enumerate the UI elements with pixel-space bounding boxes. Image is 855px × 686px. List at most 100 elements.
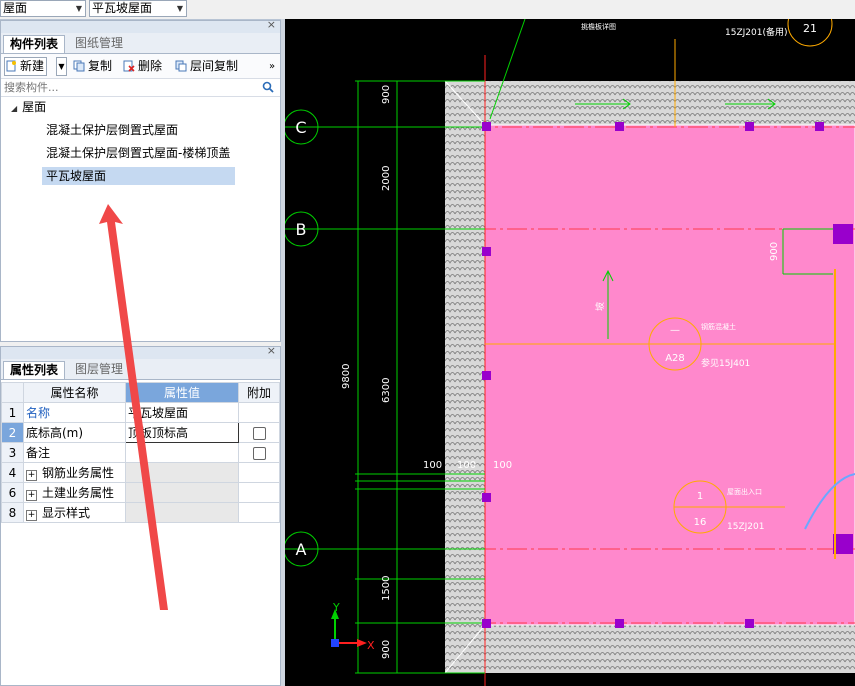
search-input[interactable]: [1, 79, 256, 96]
delete-icon: [123, 60, 135, 72]
row-number: 1: [1, 402, 24, 423]
svg-text:15ZJ201: 15ZJ201: [727, 522, 764, 532]
property-extra: [238, 422, 280, 443]
property-row[interactable]: 3 备注: [1, 442, 280, 463]
component-list-panel: × 构件列表 图纸管理 新建 ▼ 复制 删除 层间复制 » ◢ 屋面 混凝土保护层…: [0, 18, 281, 342]
property-extra: [238, 502, 280, 523]
chevron-down-icon: ▼: [58, 62, 65, 71]
tab-drawing-management[interactable]: 图纸管理: [69, 35, 129, 53]
property-name-group: + 土建业务属性: [23, 482, 126, 503]
property-value: [125, 462, 239, 483]
property-name: 土建业务属性: [42, 486, 115, 500]
copy-button-label: 复制: [88, 59, 113, 73]
dim-1500: 1500: [381, 576, 392, 601]
property-row[interactable]: 4 + 钢筋业务属性: [1, 462, 280, 483]
property-panel-tabs: 属性列表 图层管理: [1, 359, 280, 380]
dim-100-left: 100: [423, 460, 442, 471]
component-select[interactable]: 平瓦坡屋面 ▼: [89, 0, 187, 17]
svg-text:钢筋混凝土: 钢筋混凝土: [701, 322, 736, 331]
chevron-down-icon: ▼: [75, 4, 82, 13]
extra-checkbox[interactable]: [252, 426, 266, 440]
property-value[interactable]: [125, 442, 239, 463]
svg-text:C: C: [295, 118, 306, 137]
copy-icon: [73, 60, 85, 72]
delete-button-label: 删除: [138, 59, 163, 73]
property-name: 底标高(m): [23, 422, 126, 443]
dim-900-bottom: 900: [381, 640, 392, 659]
extra-checkbox[interactable]: [252, 446, 266, 460]
ucs-y-label: Y: [332, 601, 340, 614]
property-name: 名称: [23, 402, 126, 423]
close-icon[interactable]: ×: [267, 344, 276, 357]
svg-text:15ZJ201(备用): 15ZJ201(备用): [725, 26, 787, 38]
tree-collapse-icon[interactable]: ◢: [11, 104, 17, 113]
header-property-name: 属性名称: [23, 382, 126, 403]
property-row[interactable]: 2 底标高(m) 顶板顶标高: [1, 422, 280, 443]
copy-button[interactable]: 复制: [73, 58, 112, 75]
property-value: [125, 502, 239, 523]
new-button[interactable]: 新建: [4, 57, 48, 76]
top-toolbar: 屋面 ▼ 平瓦坡屋面 ▼: [0, 0, 855, 20]
slope-label: 坡: [594, 302, 606, 311]
property-name-group: + 显示样式: [23, 502, 126, 523]
property-value: [125, 482, 239, 503]
tree-item[interactable]: 混凝土保护层倒置式屋面-楼梯顶盖: [46, 144, 230, 162]
property-extra: [238, 462, 280, 483]
tab-property-list[interactable]: 属性列表: [3, 361, 66, 379]
svg-text:1: 1: [697, 491, 703, 502]
ucs-x-label: X: [367, 639, 375, 652]
property-name-group: + 钢筋业务属性: [23, 462, 126, 483]
property-list-panel: × 属性列表 图层管理 属性名称 属性值 附加 1 名称 平瓦坡屋面 2 底标高…: [0, 344, 281, 686]
cad-canvas[interactable]: C B A 900 2000 6300 9800 1500 900 900 10…: [285, 19, 855, 686]
close-icon[interactable]: ×: [267, 18, 276, 31]
property-row[interactable]: 8 + 显示样式: [1, 502, 280, 523]
more-tools-button[interactable]: »: [269, 58, 275, 75]
new-icon: [6, 60, 16, 72]
floor-copy-icon: [175, 60, 187, 72]
expand-icon[interactable]: +: [26, 510, 37, 521]
new-button-label: 新建: [20, 59, 45, 73]
dim-100-right: 100: [493, 460, 512, 471]
tree-root[interactable]: ◢ 屋面: [11, 98, 46, 116]
header-extra: 附加: [238, 382, 280, 403]
property-row[interactable]: 1 名称 平瓦坡屋面: [1, 402, 280, 423]
property-value[interactable]: 平瓦坡屋面: [125, 402, 239, 423]
property-table: 属性名称 属性值 附加 1 名称 平瓦坡屋面 2 底标高(m) 顶板顶标高 3 …: [1, 382, 280, 523]
svg-text:A28: A28: [665, 353, 685, 364]
component-panel-tabs: 构件列表 图纸管理: [1, 33, 280, 54]
svg-text:16: 16: [694, 517, 707, 528]
row-number: 3: [1, 442, 24, 463]
svg-text:B: B: [296, 220, 307, 239]
ucs-icon: Y X: [331, 601, 375, 652]
property-extra: [238, 482, 280, 503]
property-value-editing[interactable]: 顶板顶标高: [125, 422, 239, 443]
cad-drawing: C B A 900 2000 6300 9800 1500 900 900 10…: [285, 19, 855, 686]
tree-root-label: 屋面: [22, 100, 47, 114]
tree-item-selected[interactable]: 平瓦坡屋面: [42, 167, 235, 185]
dim-900-right: 900: [769, 242, 780, 261]
panel-header: ×: [1, 344, 280, 359]
floor-copy-button[interactable]: 层间复制: [175, 58, 238, 75]
new-dropdown-button[interactable]: ▼: [56, 57, 67, 76]
roof-area[interactable]: [484, 124, 855, 626]
property-name: 显示样式: [42, 506, 91, 520]
property-extra: [238, 402, 280, 423]
floor-copy-button-label: 层间复制: [190, 59, 239, 73]
dim-6300: 6300: [381, 378, 392, 403]
svg-text:A: A: [296, 540, 307, 559]
row-number: 2: [1, 422, 24, 443]
tree-item[interactable]: 混凝土保护层倒置式屋面: [46, 121, 178, 139]
property-row[interactable]: 6 + 土建业务属性: [1, 482, 280, 503]
expand-icon[interactable]: +: [26, 470, 37, 481]
search-icon[interactable]: [262, 81, 274, 93]
expand-icon[interactable]: +: [26, 490, 37, 501]
dim-2000: 2000: [381, 166, 392, 191]
delete-button[interactable]: 删除: [123, 58, 162, 75]
component-select-value: 平瓦坡屋面: [92, 1, 153, 15]
tab-layer-management[interactable]: 图层管理: [69, 361, 129, 379]
property-header-row: 属性名称 属性值 附加: [1, 382, 280, 403]
floor-type-select[interactable]: 屋面 ▼: [0, 0, 86, 17]
svg-text:—: —: [670, 325, 680, 336]
tab-component-list[interactable]: 构件列表: [3, 35, 66, 53]
svg-text:挑檐板详图: 挑檐板详图: [581, 22, 616, 31]
